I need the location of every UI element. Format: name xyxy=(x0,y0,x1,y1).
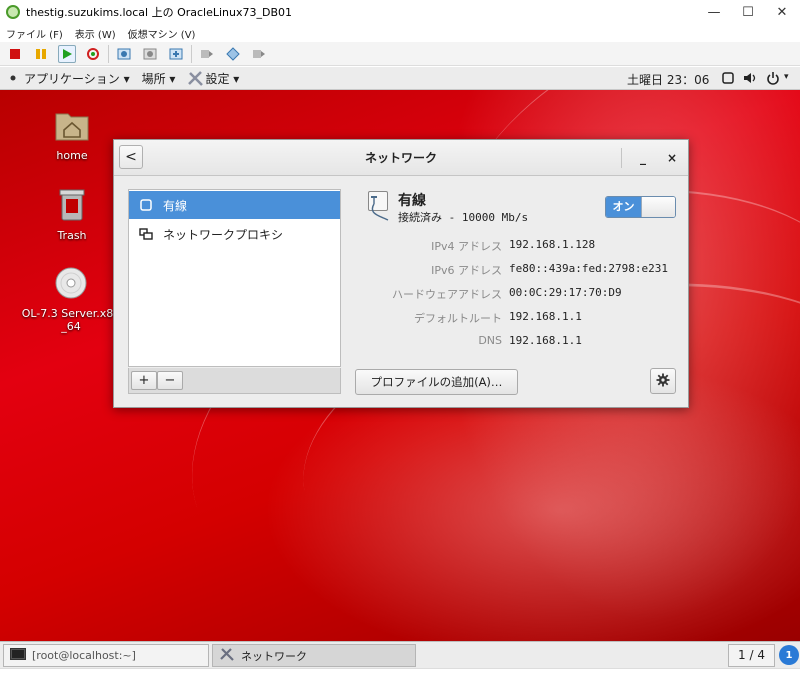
connection-name: 有線 xyxy=(398,193,426,209)
dialog-header: ネットワーク < _ × xyxy=(114,140,688,176)
hwaddr-label: ハードウェアアドレス xyxy=(392,288,502,301)
chevron-left-icon: < xyxy=(125,149,137,165)
desktop-trash-label: Trash xyxy=(57,229,87,242)
workspace-switcher[interactable]: 1 / 4 xyxy=(728,644,775,667)
trash-icon xyxy=(27,186,117,225)
settings-diamond-icon[interactable] xyxy=(224,45,242,63)
desktop-trash-icon[interactable]: Trash xyxy=(27,186,117,242)
host-toolbar xyxy=(0,42,800,66)
connection-wired[interactable]: 有線 xyxy=(129,191,340,219)
reset-icon[interactable] xyxy=(84,45,102,63)
settings-menu[interactable]: 設定 ▾ xyxy=(205,70,239,87)
applications-menu[interactable]: アプリケーション ▾ xyxy=(24,70,130,87)
vmware-app-icon xyxy=(6,5,20,19)
window-overview-icon[interactable] xyxy=(722,72,734,87)
ipv4-row: IPv4 アドレス 192.168.1.128 xyxy=(354,238,674,254)
toolbar-divider-2 xyxy=(191,44,192,63)
dns-row: DNS 192.168.1.1 xyxy=(354,334,674,350)
notification-icon[interactable]: 1 xyxy=(779,645,799,665)
network-proxy-icon xyxy=(139,227,153,241)
header-divider xyxy=(621,148,622,168)
menu-view[interactable]: 表示 (W) xyxy=(75,26,116,41)
host-maximize-button[interactable]: ☐ xyxy=(731,0,765,24)
back-button[interactable]: < xyxy=(119,145,143,169)
connection-toggle[interactable]: オン xyxy=(605,196,676,218)
hwaddr-value: 00:0C:29:17:70:D9 xyxy=(509,286,622,299)
wired-network-icon xyxy=(139,198,153,212)
snapshot-manager-icon[interactable] xyxy=(167,45,185,63)
folder-home-icon xyxy=(27,108,117,145)
dns-label: DNS xyxy=(478,334,502,347)
suspend-icon[interactable] xyxy=(32,45,50,63)
ipv6-value: fe80::439a:fed:2798:e231 xyxy=(509,262,668,275)
connection-list-toolbar: + − xyxy=(128,368,341,394)
toolbar-divider xyxy=(108,44,109,63)
dialog-title: ネットワーク xyxy=(364,151,437,165)
host-window-title: thestig.suzukims.local 上の OracleLinux73_… xyxy=(26,6,293,19)
power-icon[interactable] xyxy=(766,71,780,88)
connection-settings-button[interactable] xyxy=(650,368,676,394)
remove-connection-button[interactable]: − xyxy=(157,371,183,390)
connection-proxy[interactable]: ネットワークプロキシ xyxy=(129,220,340,248)
power-off-icon[interactable] xyxy=(6,45,24,63)
menu-file[interactable]: ファイル (F) xyxy=(6,26,63,41)
add-profile-button[interactable]: プロファイルの追加(A)… xyxy=(355,369,518,395)
connection-wired-label: 有線 xyxy=(163,198,188,213)
menu-vm[interactable]: 仮想マシン (V) xyxy=(128,26,196,41)
host-minimize-button[interactable]: — xyxy=(697,0,731,24)
power-on-icon[interactable] xyxy=(58,44,76,63)
places-menu[interactable]: 場所 ▾ xyxy=(142,70,176,87)
host-close-button[interactable]: ✕ xyxy=(765,0,799,24)
volume-icon[interactable] xyxy=(743,72,757,87)
gateway-row: デフォルトルート 192.168.1.1 xyxy=(354,310,674,326)
taskbar-terminal-label: [root@localhost:~] xyxy=(32,649,136,662)
ipv4-label: IPv4 アドレス xyxy=(431,240,502,253)
dns-value: 192.168.1.1 xyxy=(509,334,582,347)
ipv6-row: IPv6 アドレス fe80::439a:fed:2798:e231 xyxy=(354,262,674,278)
host-status-bar xyxy=(0,668,800,682)
host-menu-bar: ファイル (F) 表示 (W) 仮想マシン (V) xyxy=(0,24,800,42)
gear-icon xyxy=(656,373,670,390)
connection-proxy-label: ネットワークプロキシ xyxy=(163,227,284,242)
network-tools-icon xyxy=(219,647,235,664)
gateway-label: デフォルトルート xyxy=(414,312,502,325)
gnome-bottom-bar: [root@localhost:~] ネットワーク 1 / 4 1 xyxy=(0,641,800,668)
desktop-home-label: home xyxy=(56,149,88,162)
optical-disc-icon xyxy=(21,266,121,303)
revert-snapshot-icon[interactable] xyxy=(141,45,159,63)
snapshot-icon[interactable] xyxy=(115,45,133,63)
ipv6-label: IPv6 アドレス xyxy=(431,264,502,277)
network-dialog: ネットワーク < _ × 有線 ネットワークプロキシ + − 有線 接続済み -… xyxy=(113,139,689,408)
console-icon[interactable] xyxy=(250,45,268,63)
clock[interactable]: 土曜日 23：06 xyxy=(627,71,709,88)
dialog-close-button[interactable]: × xyxy=(660,146,684,170)
connection-list: 有線 ネットワークプロキシ xyxy=(128,189,341,367)
ipv4-value: 192.168.1.128 xyxy=(509,238,596,251)
terminal-icon xyxy=(10,648,26,663)
toggle-on-label: オン xyxy=(606,197,641,217)
connection-status: 接続済み - 10000 Mb/s xyxy=(398,211,529,224)
top-bar-dot-icon xyxy=(10,75,16,81)
add-connection-button[interactable]: + xyxy=(131,371,157,390)
gnome-top-bar: アプリケーション ▾ 場所 ▾ 設定 ▾ 土曜日 23：06 ▾ xyxy=(0,67,800,90)
toggle-knob xyxy=(641,197,675,217)
send-keys-icon[interactable] xyxy=(198,45,216,63)
taskbar-network[interactable]: ネットワーク xyxy=(212,644,416,667)
desktop-home-icon[interactable]: home xyxy=(27,108,117,162)
settings-tools-icon xyxy=(187,70,205,86)
taskbar-terminal[interactable]: [root@localhost:~] xyxy=(3,644,209,667)
gateway-value: 192.168.1.1 xyxy=(509,310,582,323)
hwaddr-row: ハードウェアアドレス 00:0C:29:17:70:D9 xyxy=(354,286,674,302)
desktop-disc-icon[interactable]: OL-7.3 Server.x86_64 xyxy=(21,266,121,333)
dialog-minimize-button[interactable]: _ xyxy=(631,146,655,170)
taskbar-network-label: ネットワーク xyxy=(241,649,307,663)
desktop-disc-label: OL-7.3 Server.x86_64 xyxy=(21,307,121,333)
ethernet-cable-icon xyxy=(368,191,389,221)
host-title-bar: thestig.suzukims.local 上の OracleLinux73_… xyxy=(0,0,800,24)
power-menu-arrow[interactable]: ▾ xyxy=(784,72,789,82)
